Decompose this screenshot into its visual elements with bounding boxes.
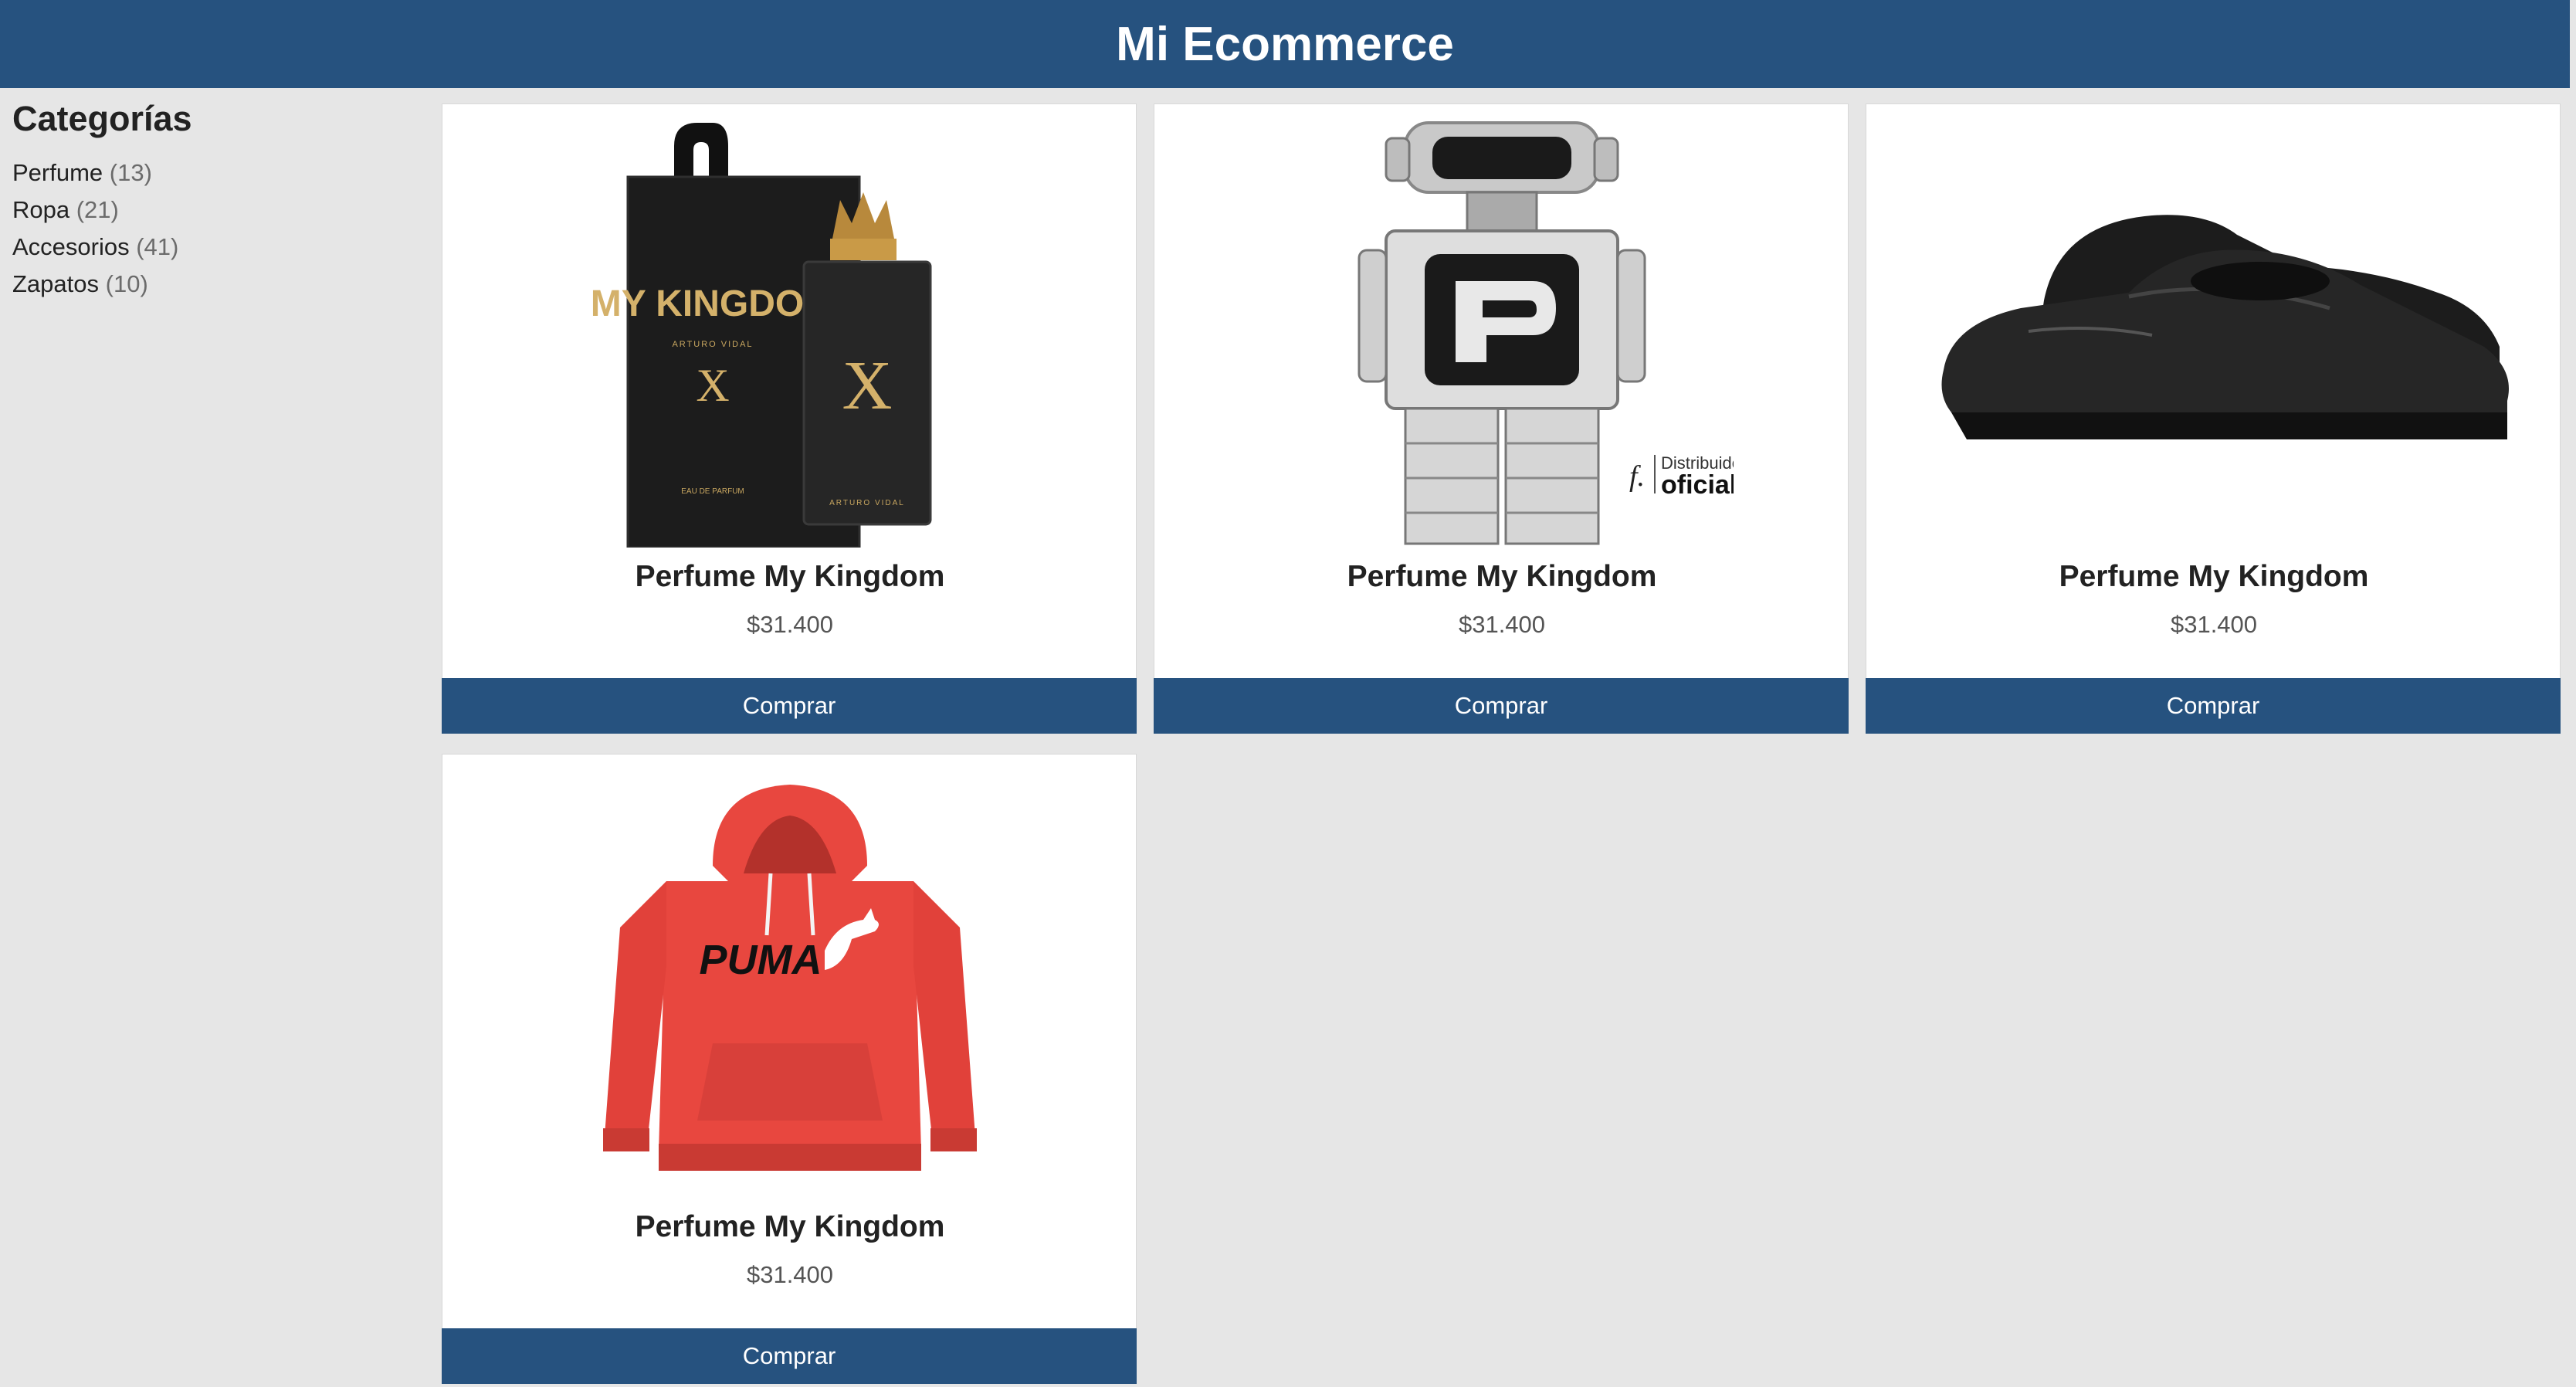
product-price: $31.400	[2170, 611, 2258, 638]
brand-text: MY KINGDOM	[591, 283, 835, 324]
sidebar-heading: Categorías	[12, 99, 192, 138]
site-header: Mi Ecommerce	[0, 0, 2570, 88]
product-title: Perfume My Kingdom	[635, 1210, 945, 1243]
product-title: Perfume My Kingdom	[1347, 560, 1657, 593]
category-list: Perfume (13) Ropa (21) Accesorios (41) Z…	[12, 154, 414, 303]
category-count: (41)	[136, 233, 179, 260]
bottle-maker-text: ARTURO VIDAL	[829, 499, 905, 507]
product-card: f. Distribuidor oficial Perfume My Kingd…	[1154, 103, 1849, 734]
product-price: $31.400	[746, 611, 834, 638]
shoe-image	[1866, 115, 2561, 548]
product-price: $31.400	[1458, 611, 1546, 638]
product-title: Perfume My Kingdom	[635, 560, 945, 593]
perfume-type-text: EAU DE PARFUM	[681, 487, 744, 496]
hoodie-image: PUMA	[442, 765, 1137, 1198]
buy-button[interactable]: Comprar	[442, 678, 1137, 734]
category-item-ropa[interactable]: Ropa (21)	[12, 192, 414, 229]
category-item-accesorios[interactable]: Accesorios (41)	[12, 229, 414, 266]
robot-perfume-image: f. Distribuidor oficial	[1154, 115, 1849, 548]
product-price: $31.400	[746, 1261, 834, 1288]
buy-button[interactable]: Comprar	[1154, 678, 1849, 734]
buy-button[interactable]: Comprar	[442, 1328, 1137, 1384]
buy-button[interactable]: Comprar	[1866, 678, 2561, 734]
category-count: (13)	[109, 159, 152, 186]
category-item-perfume[interactable]: Perfume (13)	[12, 154, 414, 192]
hoodie-logo-text: PUMA	[700, 937, 822, 983]
svg-text:X: X	[696, 360, 729, 411]
perfume-box-image: MY KINGDOM ARTURO VIDAL X EAU DE PARFUM …	[442, 115, 1137, 548]
category-name: Zapatos	[12, 270, 100, 297]
maker-text: ARTURO VIDAL	[672, 340, 753, 349]
category-name: Perfume	[12, 159, 103, 186]
svg-text:X: X	[842, 348, 893, 424]
product-title: Perfume My Kingdom	[2059, 560, 2369, 593]
badge-mark-text: f.	[1629, 460, 1645, 493]
category-name: Ropa	[12, 196, 70, 223]
category-item-zapatos[interactable]: Zapatos (10)	[12, 266, 414, 303]
product-card: Perfume My Kingdom $31.400 Comprar	[1866, 103, 2561, 734]
category-name: Accesorios	[12, 233, 130, 260]
site-title: Mi Ecommerce	[1116, 17, 1454, 71]
product-card: MY KINGDOM ARTURO VIDAL X EAU DE PARFUM …	[442, 103, 1137, 734]
category-count: (21)	[76, 196, 119, 223]
badge-bottom-text: oficial	[1661, 470, 1734, 500]
category-sidebar: Categorías Perfume (13) Ropa (21) Acceso…	[12, 99, 414, 303]
category-count: (10)	[105, 270, 148, 297]
product-card: PUMA Perfume My Kingdom $31.400 Comprar	[442, 754, 1137, 1384]
